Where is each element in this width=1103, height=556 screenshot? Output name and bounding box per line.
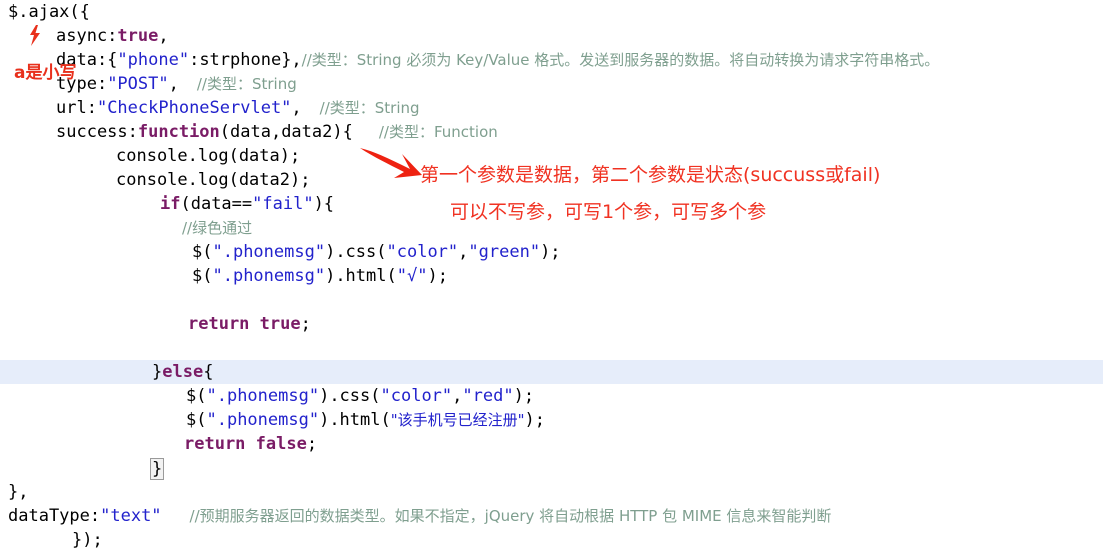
code-token-comment: //类型：Function <box>378 123 498 141</box>
code-line-1: $.ajax({ <box>0 0 1103 24</box>
code-line-20: } <box>0 456 1103 480</box>
code-token-string: "POST" <box>107 74 169 94</box>
code-token-comment: //预期服务器返回的数据类型。如果不指定，jQuery 将自动根据 HTTP 包… <box>189 507 832 525</box>
code-token: :strphone}, <box>189 50 302 70</box>
code-token: async: <box>56 26 118 46</box>
code-token: success: <box>56 122 138 142</box>
code-token: $( <box>192 266 213 286</box>
code-line-19: return false; <box>0 432 1103 456</box>
code-line-2: async:true, <box>0 24 1103 48</box>
code-token: , <box>168 74 179 94</box>
code-line-11: $(".phonemsg").css("color","green"); <box>0 240 1103 264</box>
code-token-string: "√" <box>396 266 428 286</box>
red-lightning-marker-icon <box>30 25 40 46</box>
code-token: } <box>152 362 163 382</box>
code-line-3: data:{"phone":strphone},//类型：String 必须为 … <box>0 48 1103 72</box>
code-token-string: "red" <box>462 386 514 406</box>
code-token-brace-match: } <box>150 458 165 480</box>
code-line-12: $(".phonemsg").html("√"); <box>0 264 1103 288</box>
code-token-string: ".phonemsg" <box>206 410 320 430</box>
code-token: ); <box>524 410 546 430</box>
code-line-22: dataType:"text" //预期服务器返回的数据类型。如果不指定，jQue… <box>0 504 1103 528</box>
code-token: console.log(data2); <box>116 170 311 190</box>
annotation-params-line1: 第一个参数是数据，第二个参数是状态(succuss或fail) <box>420 164 881 186</box>
code-token-comment: //类型：String 必须为 Key/Value 格式。发送到服务器的数据。将… <box>301 51 940 69</box>
code-line-17: $(".phonemsg").css("color","red"); <box>0 384 1103 408</box>
code-token-string: "该手机号已经注册" <box>390 411 525 429</box>
code-token-string: "color" <box>386 242 459 262</box>
code-token-comment: //类型：String <box>196 75 297 93</box>
code-token-string: "fail" <box>252 194 314 214</box>
code-line-5: url:"CheckPhoneServlet", //类型：String <box>0 96 1103 120</box>
code-token: ).css( <box>319 386 381 406</box>
code-token: (data== <box>180 194 253 214</box>
code-token-string: "phone" <box>117 50 190 70</box>
red-arrow-icon <box>360 148 422 178</box>
code-editor[interactable]: $.ajax({ async:true, data:{"phone":strph… <box>0 0 1103 556</box>
code-token-comment: //绿色通过 <box>182 219 253 237</box>
code-token: { <box>203 362 214 382</box>
code-token: , <box>452 386 463 406</box>
code-token-string: "CheckPhoneServlet" <box>96 98 292 118</box>
code-line-14: return true; <box>0 312 1103 336</box>
code-token-string: ".phonemsg" <box>212 242 326 262</box>
code-token: ).css( <box>325 242 387 262</box>
code-token: (data,data2){ <box>219 122 353 142</box>
code-token: console.log(data); <box>116 146 301 166</box>
code-token: , <box>158 26 169 46</box>
code-token: ); <box>540 242 561 262</box>
code-token-keyword: return <box>184 434 246 454</box>
code-token: $( <box>186 410 207 430</box>
code-line-18: $(".phonemsg").html("该手机号已经注册"); <box>0 408 1103 432</box>
code-token-keyword: function <box>137 122 220 142</box>
code-line-6: success:function(data,data2){ //类型：Functi… <box>0 120 1103 144</box>
code-token-keyword: return <box>188 314 250 334</box>
code-token-string: ".phonemsg" <box>206 386 320 406</box>
code-token: ; <box>300 314 311 334</box>
code-token-string: "color" <box>380 386 453 406</box>
code-token: }); <box>72 530 103 550</box>
code-token-comment: //类型：String <box>319 99 420 117</box>
code-token: ; <box>306 434 318 454</box>
code-token-string: "text" <box>100 506 162 526</box>
code-token: , <box>291 98 302 118</box>
code-line-21: }, <box>0 480 1103 504</box>
code-token: , <box>458 242 469 262</box>
code-token: ); <box>513 386 535 406</box>
code-token-keyword: true <box>259 314 301 334</box>
code-token: dataType: <box>8 506 101 526</box>
code-token: ).html( <box>325 266 397 286</box>
code-token: $( <box>192 242 213 262</box>
code-token-string: ".phonemsg" <box>212 266 326 286</box>
code-token: ).html( <box>319 410 391 430</box>
code-token: url: <box>56 98 97 118</box>
code-line-23: }); <box>0 528 1103 552</box>
code-token-keyword: true <box>117 26 159 46</box>
code-token: ); <box>427 266 448 286</box>
code-line-16: }else{ <box>0 360 1103 384</box>
code-token-keyword: false <box>255 434 307 454</box>
code-token: $.ajax({ <box>8 2 90 22</box>
annotation-a-lowercase: a是小写 <box>14 63 77 83</box>
code-token: ){ <box>313 194 335 214</box>
annotation-params-line2: 可以不写参，可写1个参，可写多个参 <box>450 201 767 223</box>
code-line-4: type:"POST",//类型：String <box>0 72 1103 96</box>
code-token-keyword: if <box>160 194 181 214</box>
code-token-string: "green" <box>468 242 541 262</box>
code-token: $( <box>186 386 207 406</box>
code-token: }, <box>8 482 29 502</box>
code-token-keyword: else <box>162 362 204 382</box>
